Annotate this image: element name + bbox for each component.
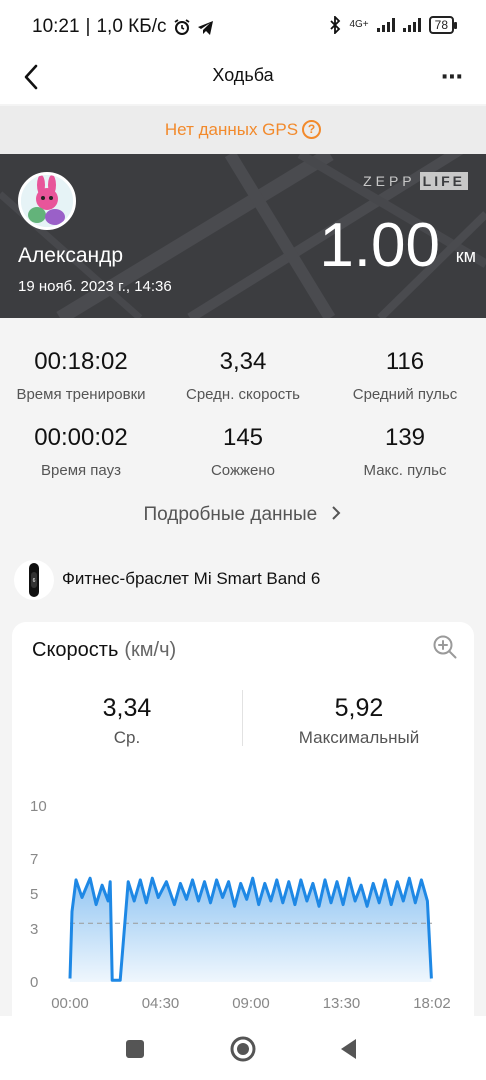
stat-avg-speed: 3,34 Средн. скорость <box>185 348 300 403</box>
workout-date: 19 нояб. 2023 г., 14:36 <box>18 278 172 295</box>
x-tick-label: 04:30 <box>142 995 180 1012</box>
status-bar: 10:21 | 1,0 КБ/с 4G+ 78 <box>0 0 486 52</box>
battery-icon: 78 <box>428 16 458 34</box>
system-nav-bar <box>0 1016 486 1080</box>
speed-chart: 0 3 5 7 10 00:00 04:30 09:00 13:30 18:02 <box>30 798 451 1012</box>
y-tick-label: 10 <box>30 798 47 815</box>
stats-grid: 00:18:02 Время тренировки 3,34 Средн. скор… <box>0 318 486 544</box>
y-tick-label: 5 <box>30 886 38 903</box>
speed-unit: (км/ч) <box>124 639 177 661</box>
workout-banner: ZEPP LIFE Александр 19 нояб. 2023 г., 14:… <box>0 154 486 318</box>
alarm-icon <box>174 19 189 35</box>
page-title: Ходьба <box>212 65 274 85</box>
speed-card: Скорость (км/ч) 3,34 Ср. 5,92 Максимальны… <box>12 622 474 1042</box>
home-icon[interactable] <box>228 1034 258 1064</box>
speed-card-title: Скорость (км/ч) <box>32 639 177 661</box>
status-left: 10:21 | 1,0 КБ/с <box>32 16 214 38</box>
device-row[interactable]: 6 Фитнес-браслет Mi Smart Band 6 <box>0 556 486 602</box>
stat-avg-heart-rate: 116 Средний пульс <box>352 348 458 403</box>
x-tick-label: 00:00 <box>51 995 89 1012</box>
stat-pause-time: 00:00:02 Время пауз <box>34 424 128 479</box>
avatar-image <box>21 175 73 227</box>
status-net-speed: 1,0 КБ/с <box>96 16 167 37</box>
avatar[interactable] <box>18 172 76 230</box>
avg-speed-label: Ср. <box>113 728 141 747</box>
zepp-life-logo: ZEPP LIFE <box>363 172 468 190</box>
zoom-in-icon[interactable] <box>432 634 458 660</box>
y-tick-label: 7 <box>30 851 38 868</box>
more-options-icon[interactable]: ⋯ <box>441 64 464 90</box>
stat-max-heart-rate: 139 Макс. пульс <box>363 424 447 479</box>
gps-notice-text: Нет данных GPS <box>164 120 299 139</box>
distance-value: 1.00 <box>319 211 440 280</box>
gps-notice[interactable]: Нет данных GPS? <box>0 106 486 154</box>
x-tick-label: 18:02 <box>413 995 451 1012</box>
y-tick-label: 0 <box>30 974 38 991</box>
bluetooth-icon <box>330 16 341 34</box>
status-right: 4G+ 78 <box>329 16 458 34</box>
signal-2-icon <box>402 18 421 32</box>
max-speed-value: 5,92 <box>334 694 384 722</box>
network-type: 4G+ <box>349 19 369 30</box>
max-speed-label: Максимальный <box>298 728 420 747</box>
help-icon[interactable]: ? <box>302 120 322 139</box>
summary-divider <box>242 690 243 746</box>
telegram-icon <box>197 20 213 35</box>
distance-unit: км <box>455 246 476 266</box>
app-header: Ходьба ⋯ <box>0 52 486 104</box>
x-tick-label: 09:00 <box>232 995 270 1012</box>
stat-calories: 145 Сожжено <box>210 424 276 479</box>
recents-icon[interactable] <box>120 1034 150 1064</box>
status-time: 10:21 <box>32 16 80 37</box>
user-name: Александр <box>18 244 124 267</box>
x-tick-label: 13:30 <box>323 995 361 1012</box>
chevron-right-icon <box>331 506 340 520</box>
avg-speed-value: 3,34 <box>102 694 152 722</box>
signal-icon <box>376 18 395 32</box>
svg-text:6: 6 <box>33 578 36 584</box>
device-name: Фитнес-браслет Mi Smart Band 6 <box>62 569 321 588</box>
stat-workout-time: 00:18:02 Время тренировки <box>16 348 146 403</box>
y-tick-label: 3 <box>30 921 38 938</box>
back-icon[interactable] <box>334 1034 364 1064</box>
fitness-band-icon: 6 <box>14 560 54 600</box>
details-link[interactable]: Подробные данные <box>0 504 486 526</box>
